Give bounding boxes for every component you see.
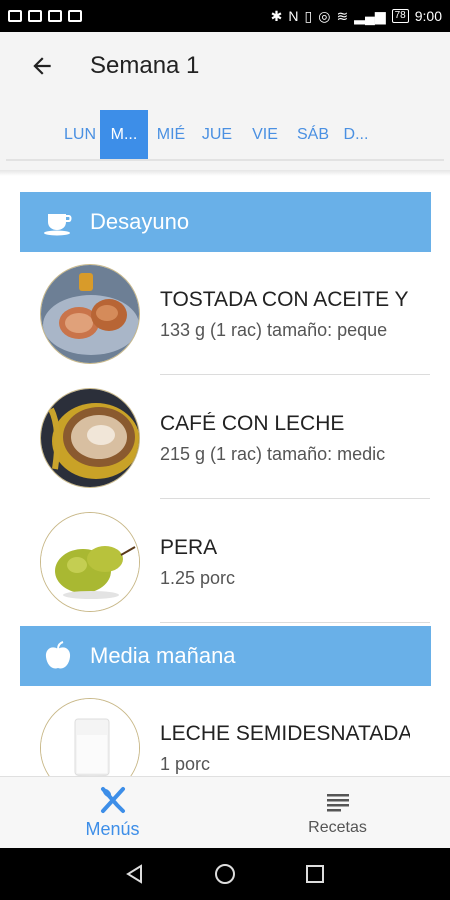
bluetooth-icon: ✱ — [270, 7, 283, 24]
system-navigation-bar — [0, 848, 450, 900]
vibrate-icon: ▯ — [304, 7, 313, 24]
nav-menus-label: Menús — [85, 819, 140, 839]
tabs-divider — [6, 159, 444, 161]
bottom-navigation: Menús Recetas — [0, 776, 450, 848]
wifi-icon: ≋ — [336, 7, 349, 24]
tab-mar[interactable]: M... — [100, 110, 148, 160]
clock: 9:00 — [414, 8, 442, 24]
food-detail: 133 g (1 rac) tamaño: peque — [160, 320, 388, 340]
triangle-back-icon — [126, 864, 142, 884]
tab-lun[interactable]: LUN — [60, 110, 100, 160]
missed-call-icon — [68, 10, 82, 22]
nfc-icon: N — [288, 8, 299, 24]
app-bar: Semana 1 — [0, 32, 450, 100]
tab-sab[interactable]: SÁB — [290, 110, 336, 160]
day-tabs-bar: LUN M... MIÉ JUE VIE SÁB D... — [0, 100, 450, 170]
page-title: Semana 1 — [90, 52, 200, 79]
section-header-desayuno[interactable]: Desayuno — [20, 192, 431, 252]
list-item[interactable]: CAFÉ CON LECHE 215 g (1 rac) tamaño: med… — [0, 376, 450, 500]
section-label: Media mañana — [90, 643, 236, 668]
tab-jue[interactable]: JUE — [194, 110, 240, 160]
system-indicators: ✱ N ▯ ◎ ≋ ▂▄▆ 78 9:00 — [271, 8, 442, 25]
section-header-media-manana[interactable]: Media mañana — [20, 626, 431, 686]
nav-recetas-label: Recetas — [308, 818, 367, 836]
status-bar: ✱ N ▯ ◎ ≋ ▂▄▆ 78 9:00 — [0, 0, 450, 32]
item-divider — [160, 374, 430, 375]
back-button[interactable] — [22, 46, 62, 86]
tab-mie[interactable]: MIÉ — [148, 110, 194, 160]
notification-icons — [8, 10, 82, 22]
mail-icon — [28, 10, 42, 22]
battery-icon: 78 — [391, 9, 409, 23]
food-image-pera — [40, 512, 140, 612]
list-item[interactable]: PERA 1.25 porc — [0, 500, 450, 624]
square-recents-icon — [306, 865, 324, 883]
circle-home-icon — [215, 864, 235, 884]
arrow-left-icon — [33, 57, 51, 75]
food-detail: 1.25 porc — [160, 568, 236, 588]
signal-icon: ▂▄▆ — [354, 7, 386, 24]
list-icon — [326, 793, 349, 811]
notification-app-icon — [8, 10, 22, 22]
item-divider — [160, 498, 430, 499]
food-image-tostada — [40, 264, 140, 364]
tab-dom[interactable]: D... — [336, 110, 376, 160]
alarm-icon: ◎ — [318, 7, 331, 24]
food-detail: 1 porc — [160, 754, 211, 774]
coffee-cup-icon — [40, 204, 76, 240]
system-recents-button[interactable] — [300, 859, 330, 889]
list-item[interactable]: TOSTADA CON ACEITE Y 133 g (1 rac) tamañ… — [0, 252, 450, 376]
food-name: PERA — [160, 536, 218, 559]
apple-icon — [40, 638, 76, 674]
gallery-icon — [48, 10, 62, 22]
tab-vie[interactable]: VIE — [240, 110, 290, 160]
food-detail: 215 g (1 rac) tamaño: medic — [160, 444, 386, 464]
food-name: LECHE SEMIDESNATADA — [160, 722, 410, 745]
system-back-button[interactable] — [120, 859, 150, 889]
nav-menus[interactable]: Menús — [0, 777, 225, 848]
day-tabs: LUN M... MIÉ JUE VIE SÁB D... — [60, 110, 376, 160]
fork-knife-icon — [100, 787, 125, 813]
food-image-cafe — [40, 388, 140, 488]
section-label: Desayuno — [90, 209, 190, 234]
food-name: CAFÉ CON LECHE — [160, 412, 345, 435]
system-home-button[interactable] — [210, 859, 240, 889]
item-divider — [160, 622, 430, 623]
nav-recetas[interactable]: Recetas — [225, 777, 450, 848]
header-shadow — [0, 170, 450, 176]
food-name: TOSTADA CON ACEITE Y — [160, 288, 409, 311]
